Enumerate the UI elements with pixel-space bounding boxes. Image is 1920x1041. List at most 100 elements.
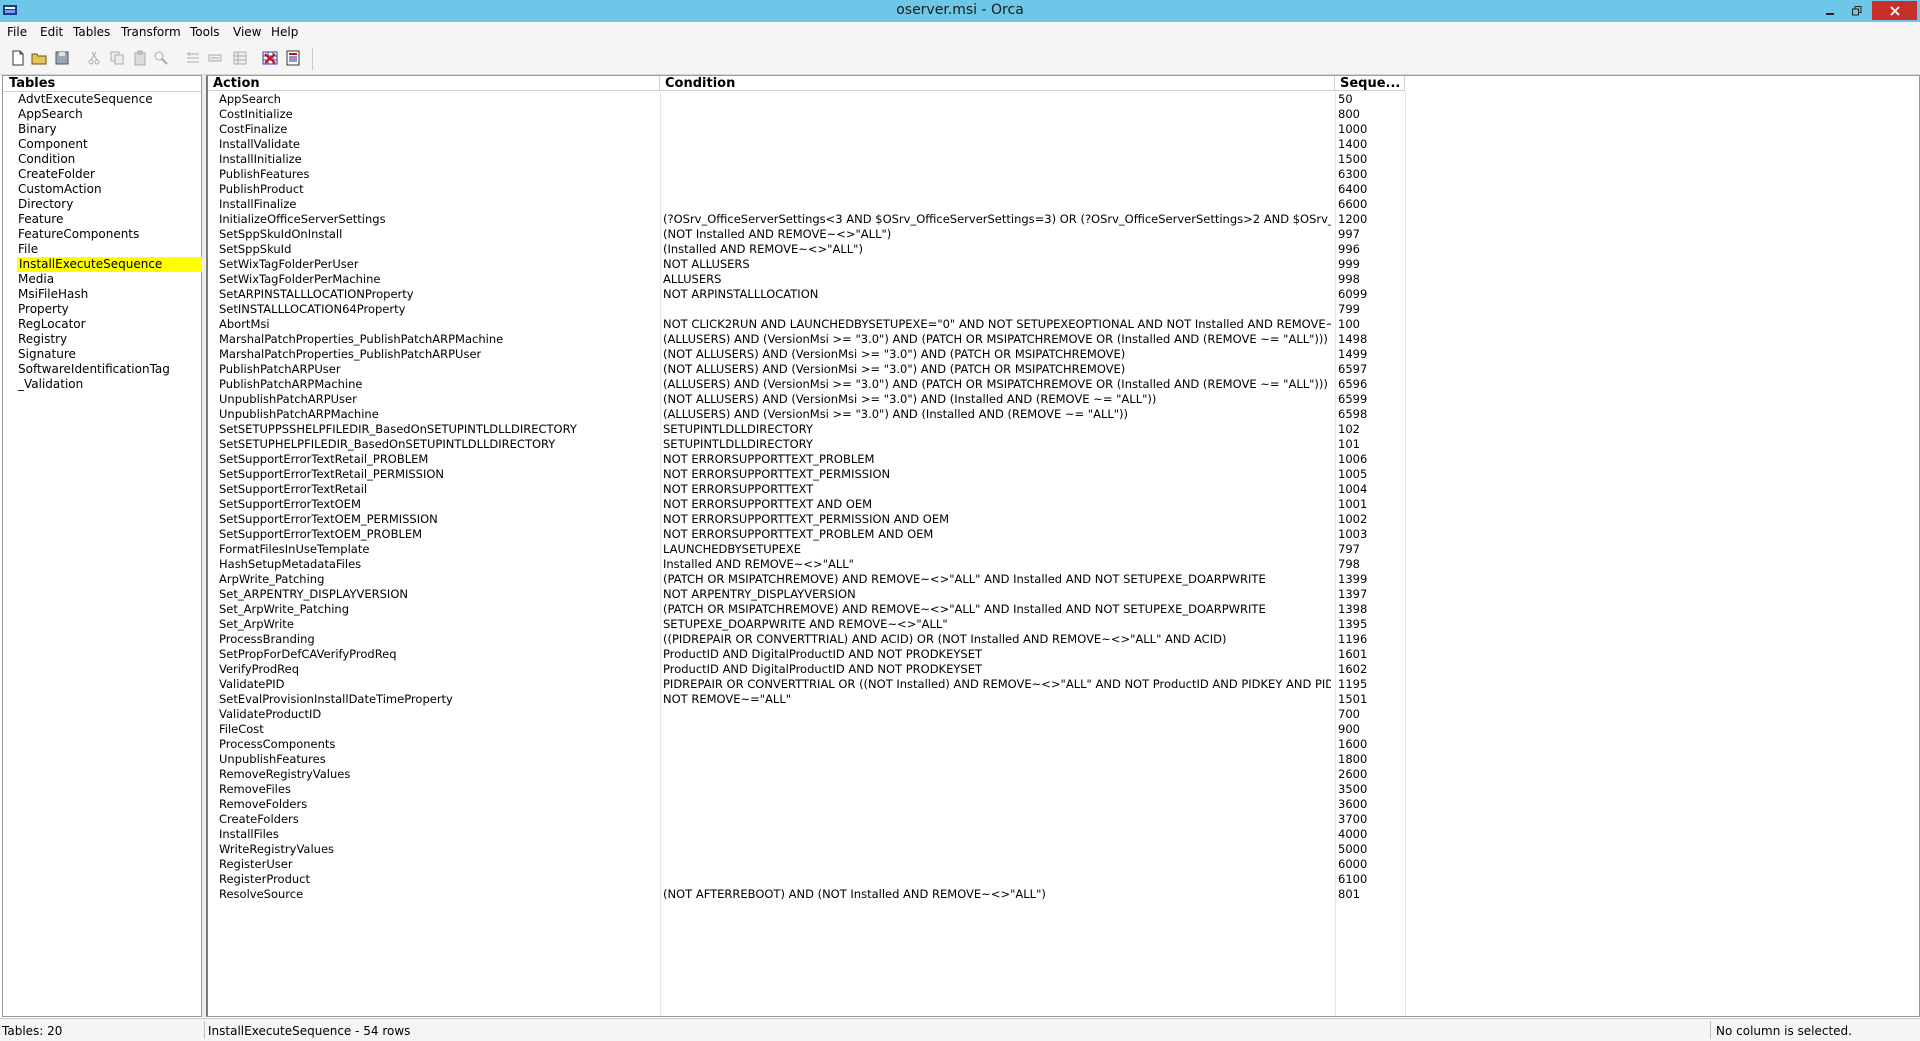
cell-condition[interactable]: NOT ERRORSUPPORTTEXT_PERMISSION AND OEM	[663, 512, 1331, 527]
cell-sequence[interactable]: 1500	[1338, 152, 1398, 167]
cell-condition[interactable]: (PATCH OR MSIPATCHREMOVE) AND REMOVE~<>"…	[663, 572, 1331, 587]
table-row[interactable]: ValidatePID PIDREPAIR OR CONVERTTRIAL OR …	[208, 677, 1408, 692]
cell-condition[interactable]: (NOT ALLUSERS) AND (VersionMsi >= "3.0")…	[663, 362, 1331, 377]
table-row[interactable]: MarshalPatchProperties_PublishPatchARPMa…	[208, 332, 1408, 347]
cell-sequence[interactable]: 1400	[1338, 137, 1398, 152]
table-list-item[interactable]: SoftwareIdentificationTag	[18, 362, 170, 377]
cell-condition[interactable]	[663, 827, 1331, 842]
menu-tools[interactable]: Tools	[190, 25, 220, 39]
cell-action[interactable]: SetSupportErrorTextRetail	[219, 482, 657, 497]
paste-icon[interactable]	[132, 50, 148, 66]
cell-condition[interactable]: (NOT ALLUSERS) AND (VersionMsi >= "3.0")…	[663, 347, 1331, 362]
table-row[interactable]: SetEvalProvisionInstallDateTimeProperty N…	[208, 692, 1408, 707]
cell-action[interactable]: CostInitialize	[219, 107, 657, 122]
cell-action[interactable]: SetWixTagFolderPerUser	[219, 257, 657, 272]
cell-sequence[interactable]: 100	[1338, 317, 1398, 332]
summary-info-icon[interactable]	[285, 50, 301, 66]
table-row[interactable]: InstallFinalize 6600	[208, 197, 1408, 212]
cell-sequence[interactable]: 1398	[1338, 602, 1398, 617]
table-row[interactable]: SetSETUPPSSHELPFILEDIR_BasedOnSETUPINTLD…	[208, 422, 1408, 437]
cell-condition[interactable]: SETUPEXE_DOARPWRITE AND REMOVE~<>"ALL"	[663, 617, 1331, 632]
cell-sequence[interactable]: 1004	[1338, 482, 1398, 497]
cell-sequence[interactable]: 797	[1338, 542, 1398, 557]
cell-sequence[interactable]: 1005	[1338, 467, 1398, 482]
cell-sequence[interactable]: 6599	[1338, 392, 1398, 407]
cell-action[interactable]: InstallFiles	[219, 827, 657, 842]
cell-action[interactable]: PublishPatchARPMachine	[219, 377, 657, 392]
table-row[interactable]: SetSupportErrorTextOEM_PROBLEM NOT ERRORS…	[208, 527, 1408, 542]
table-row[interactable]: SetSupportErrorTextOEM_PERMISSION NOT ERR…	[208, 512, 1408, 527]
table-row[interactable]: MarshalPatchProperties_PublishPatchARPUs…	[208, 347, 1408, 362]
table-row[interactable]: ProcessComponents 1600	[208, 737, 1408, 752]
cell-sequence[interactable]: 1602	[1338, 662, 1398, 677]
cell-action[interactable]: HashSetupMetadataFiles	[219, 557, 657, 572]
cell-condition[interactable]	[663, 857, 1331, 872]
cell-sequence[interactable]: 799	[1338, 302, 1398, 317]
table-row[interactable]: InstallValidate 1400	[208, 137, 1408, 152]
cell-sequence[interactable]: 997	[1338, 227, 1398, 242]
cell-action[interactable]: ValidatePID	[219, 677, 657, 692]
cell-condition[interactable]	[663, 752, 1331, 767]
table-list-item[interactable]: InstallExecuteSequence	[17, 257, 202, 272]
cell-condition[interactable]	[663, 872, 1331, 887]
cell-sequence[interactable]: 3600	[1338, 797, 1398, 812]
cell-sequence[interactable]: 1003	[1338, 527, 1398, 542]
table-list-item[interactable]: _Validation	[18, 377, 83, 392]
cell-sequence[interactable]: 3500	[1338, 782, 1398, 797]
table-row[interactable]: AppSearch 50	[208, 92, 1408, 107]
cell-sequence[interactable]: 101	[1338, 437, 1398, 452]
table-list-item[interactable]: Binary	[18, 122, 57, 137]
cell-condition[interactable]	[663, 92, 1331, 107]
table-list-item[interactable]: Directory	[18, 197, 73, 212]
cell-condition[interactable]	[663, 167, 1331, 182]
cell-sequence[interactable]: 5000	[1338, 842, 1398, 857]
open-folder-icon[interactable]	[31, 50, 47, 66]
cell-action[interactable]: ArpWrite_Patching	[219, 572, 657, 587]
table-grid[interactable]: Action Condition Seque... AppSearch 50 Cos…	[206, 75, 1920, 1017]
save-icon[interactable]	[54, 50, 70, 66]
cell-sequence[interactable]: 1601	[1338, 647, 1398, 662]
cell-condition[interactable]: (NOT ALLUSERS) AND (VersionMsi >= "3.0")…	[663, 392, 1331, 407]
menu-help[interactable]: Help	[271, 25, 298, 39]
cell-condition[interactable]	[663, 767, 1331, 782]
table-row[interactable]: UnpublishPatchARPMachine (ALLUSERS) AND (…	[208, 407, 1408, 422]
new-file-icon[interactable]	[10, 50, 26, 66]
table-row[interactable]: PublishPatchARPUser (NOT ALLUSERS) AND (V…	[208, 362, 1408, 377]
cell-condition[interactable]	[663, 842, 1331, 857]
table-row[interactable]: FileCost 900	[208, 722, 1408, 737]
cell-sequence[interactable]: 50	[1338, 92, 1398, 107]
cell-action[interactable]: RemoveRegistryValues	[219, 767, 657, 782]
cell-condition[interactable]	[663, 137, 1331, 152]
cell-action[interactable]: SetARPINSTALLLOCATIONProperty	[219, 287, 657, 302]
cell-sequence[interactable]: 1001	[1338, 497, 1398, 512]
cell-action[interactable]: ValidateProductID	[219, 707, 657, 722]
cell-action[interactable]: InitializeOfficeServerSettings	[219, 212, 657, 227]
table-list-item[interactable]: CreateFolder	[18, 167, 95, 182]
cell-sequence[interactable]: 1498	[1338, 332, 1398, 347]
menu-view[interactable]: View	[233, 25, 261, 39]
table-list-item[interactable]: AdvtExecuteSequence	[18, 92, 153, 107]
cell-condition[interactable]: SETUPINTLDLLDIRECTORY	[663, 422, 1331, 437]
menu-file[interactable]: File	[7, 25, 27, 39]
cell-condition[interactable]: (PATCH OR MSIPATCHREMOVE) AND REMOVE~<>"…	[663, 602, 1331, 617]
cell-sequence[interactable]: 6300	[1338, 167, 1398, 182]
table-row[interactable]: SetWixTagFolderPerUser NOT ALLUSERS 999	[208, 257, 1408, 272]
table-list-item[interactable]: Signature	[18, 347, 76, 362]
validate-icon[interactable]	[262, 50, 278, 66]
cell-sequence[interactable]: 798	[1338, 557, 1398, 572]
cell-condition[interactable]: NOT ERRORSUPPORTTEXT	[663, 482, 1331, 497]
cell-sequence[interactable]: 1000	[1338, 122, 1398, 137]
find-icon[interactable]	[153, 50, 169, 66]
cell-action[interactable]: InstallFinalize	[219, 197, 657, 212]
cell-action[interactable]: SetEvalProvisionInstallDateTimeProperty	[219, 692, 657, 707]
cell-condition[interactable]	[663, 737, 1331, 752]
cell-condition[interactable]: ProductID AND DigitalProductID AND NOT P…	[663, 647, 1331, 662]
cell-condition[interactable]: NOT ALLUSERS	[663, 257, 1331, 272]
table-list-item[interactable]: Property	[18, 302, 69, 317]
cell-action[interactable]: CreateFolders	[219, 812, 657, 827]
add-row-icon[interactable]	[185, 50, 201, 66]
column-header-action[interactable]: Action	[208, 76, 660, 91]
cell-action[interactable]: SetSppSkuId	[219, 242, 657, 257]
cell-condition[interactable]	[663, 782, 1331, 797]
table-row[interactable]: SetARPINSTALLLOCATIONProperty NOT ARPINST…	[208, 287, 1408, 302]
